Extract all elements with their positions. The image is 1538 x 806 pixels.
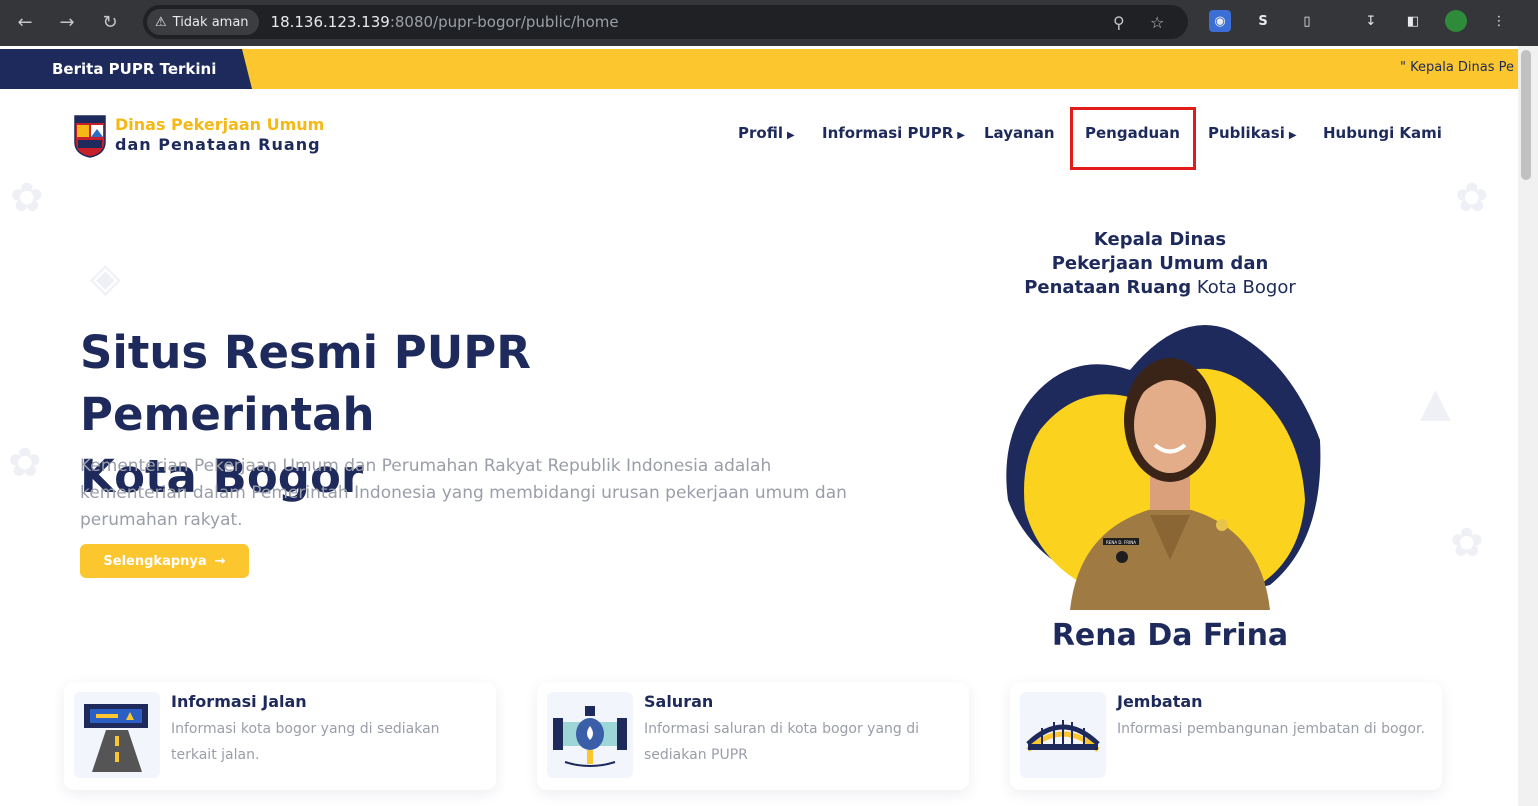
extension-shield-icon[interactable]: ◉ <box>1209 10 1231 32</box>
bookmark-star-icon[interactable]: ☆ <box>1150 13 1164 32</box>
hero-title-line-1: Situs Resmi PUPR Pemerintah <box>80 326 531 441</box>
nav-item-hubungi-kami[interactable]: Hubungi Kami <box>1323 124 1442 142</box>
pipe-icon <box>547 692 633 778</box>
background-doodle-icon: ✿ <box>8 440 42 486</box>
name-badge-text: RENA D. FRINA <box>1106 540 1136 545</box>
url-host: 18.136.123.139 <box>270 13 390 31</box>
service-card-jembatan[interactable]: Jembatan Informasi pembangunan jembatan … <box>1010 682 1442 790</box>
download-icon[interactable]: ↧ <box>1360 10 1382 32</box>
back-icon[interactable]: ← <box>11 8 39 36</box>
menu-kebab-icon[interactable]: ⋮ <box>1488 10 1510 32</box>
caret-right-icon: ▶ <box>1288 130 1297 141</box>
zoom-icon[interactable]: ⚲ <box>1113 13 1125 32</box>
news-ticker: Berita PUPR Terkini " Kepala Dinas Pe <box>0 49 1518 89</box>
service-card-saluran[interactable]: Saluran Informasi saluran di kota bogor … <box>537 682 969 790</box>
head-of-office-portrait: RENA D. FRINA <box>1006 325 1321 610</box>
profile-avatar-icon[interactable] <box>1445 10 1467 32</box>
pengaduan-highlight-annotation <box>1070 107 1196 170</box>
service-card-title: Informasi Jalan <box>171 692 307 711</box>
security-chip[interactable]: ⚠ Tidak aman <box>147 9 259 35</box>
nav-label: Profil <box>738 124 783 142</box>
nav-label: Informasi PUPR <box>822 124 954 142</box>
reload-icon[interactable]: ↻ <box>96 8 124 36</box>
forward-icon[interactable]: → <box>53 8 81 36</box>
head-of-office-name: Rena Da Frina <box>1051 618 1289 653</box>
ticker-text[interactable]: " Kepala Dinas Pe <box>1400 60 1514 75</box>
road-icon <box>74 692 160 778</box>
url-path: :8080/pupr-bogor/public/home <box>389 13 619 31</box>
button-label: Selengkapnya <box>103 553 207 569</box>
caption-line-3-rest: Kota Bogor <box>1196 277 1296 298</box>
nav-label: Layanan <box>984 124 1055 142</box>
background-doodle-icon: ✿ <box>1455 175 1489 221</box>
nav-item-informasi-pupr[interactable]: Informasi PUPR ▶ <box>822 124 965 142</box>
warning-icon: ⚠ <box>155 14 167 30</box>
kota-bogor-emblem-icon <box>73 112 107 158</box>
nav-item-layanan[interactable]: Layanan <box>984 124 1055 142</box>
background-doodle-icon: ◈ <box>90 255 121 301</box>
selengkapnya-button[interactable]: Selengkapnya → <box>80 544 249 578</box>
nav-label: Hubungi Kami <box>1323 124 1442 142</box>
logo-line-2: dan Penataan Ruang <box>115 135 321 154</box>
scrollbar-thumb[interactable] <box>1521 50 1531 180</box>
caption-line-2: Pekerjaan Umum dan <box>1051 253 1269 274</box>
service-card-description: Informasi saluran di kota bogor yang di … <box>644 721 920 763</box>
head-of-office-caption: Kepala Dinas Pekerjaan Umum dan Penataan… <box>1000 228 1320 300</box>
browser-toolbar: ← → ↻ ⚠ Tidak aman 18.136.123.139:8080/p… <box>0 0 1538 46</box>
service-card-description: Informasi kota bogor yang di sediakan te… <box>171 721 440 763</box>
hero-description: Kementerian Pekerjaan Umum dan Perumahan… <box>80 456 847 530</box>
nav-label: Publikasi <box>1208 124 1285 142</box>
url-text[interactable]: 18.136.123.139:8080/pupr-bogor/public/ho… <box>271 13 619 31</box>
background-doodle-icon: ✿ <box>1450 520 1484 566</box>
service-card-informasi-jalan[interactable]: Informasi Jalan Informasi kota bogor yan… <box>64 682 496 790</box>
nav-item-publikasi[interactable]: Publikasi ▶ <box>1208 124 1297 142</box>
extension-s-icon[interactable]: S <box>1252 10 1274 32</box>
extensions-puzzle-icon[interactable]: ▯ <box>1296 10 1318 32</box>
ticker-label: Berita PUPR Terkini <box>0 49 252 89</box>
caret-right-icon: ▶ <box>786 130 795 141</box>
service-card-title: Jembatan <box>1117 692 1203 711</box>
service-card-description: Informasi pembangunan jembatan di bogor. <box>1117 721 1425 737</box>
arrow-right-icon: → <box>214 553 226 569</box>
caret-right-icon: ▶ <box>957 130 965 141</box>
caption-line-1: Kepala Dinas <box>1093 229 1227 250</box>
address-bar[interactable]: ⚠ Tidak aman 18.136.123.139:8080/pupr-bo… <box>143 5 1188 39</box>
service-card-title: Saluran <box>644 692 714 711</box>
logo-line-1: Dinas Pekerjaan Umum <box>115 115 325 134</box>
page-scrollbar[interactable] <box>1518 46 1538 806</box>
caption-line-3-bold: Penataan Ruang <box>1024 277 1192 298</box>
background-doodle-icon: ▲ <box>1420 380 1451 426</box>
security-label: Tidak aman <box>172 14 249 30</box>
side-panel-icon[interactable]: ◧ <box>1402 10 1424 32</box>
background-doodle-icon: ✿ <box>10 175 44 221</box>
site-logo[interactable]: Dinas Pekerjaan Umum dan Penataan Ruang <box>73 112 324 158</box>
nav-item-profil[interactable]: Profil ▶ <box>738 124 795 142</box>
bridge-icon <box>1020 692 1106 778</box>
